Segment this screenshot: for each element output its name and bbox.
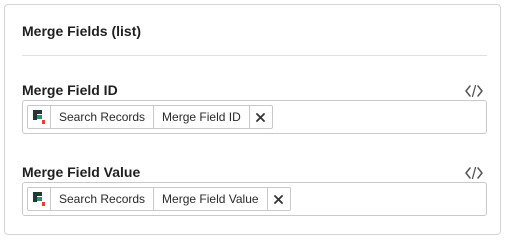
merge-fields-panel: Merge Fields (list) Merge Field ID Searc… xyxy=(4,4,501,235)
merge-field-value-token[interactable]: Search Records Merge Field Value xyxy=(27,187,291,211)
token-source: Search Records xyxy=(51,106,155,128)
divider xyxy=(22,55,487,56)
merge-field-id-input[interactable]: Search Records Merge Field ID xyxy=(22,100,487,134)
merge-field-value-label: Merge Field Value xyxy=(22,164,141,180)
panel-title: Merge Fields (list) xyxy=(22,23,142,39)
token-field: Merge Field Value xyxy=(154,188,268,210)
merge-field-id-token[interactable]: Search Records Merge Field ID xyxy=(27,105,273,129)
close-icon[interactable] xyxy=(268,188,290,210)
code-brackets-icon[interactable] xyxy=(465,167,483,179)
app-logo-icon xyxy=(28,188,51,210)
app-logo-icon xyxy=(28,106,51,128)
token-source: Search Records xyxy=(51,188,155,210)
merge-field-id-label: Merge Field ID xyxy=(22,82,118,98)
code-brackets-icon[interactable] xyxy=(465,85,483,97)
token-field: Merge Field ID xyxy=(154,106,250,128)
close-icon[interactable] xyxy=(250,106,272,128)
merge-field-value-input[interactable]: Search Records Merge Field Value xyxy=(22,182,487,216)
